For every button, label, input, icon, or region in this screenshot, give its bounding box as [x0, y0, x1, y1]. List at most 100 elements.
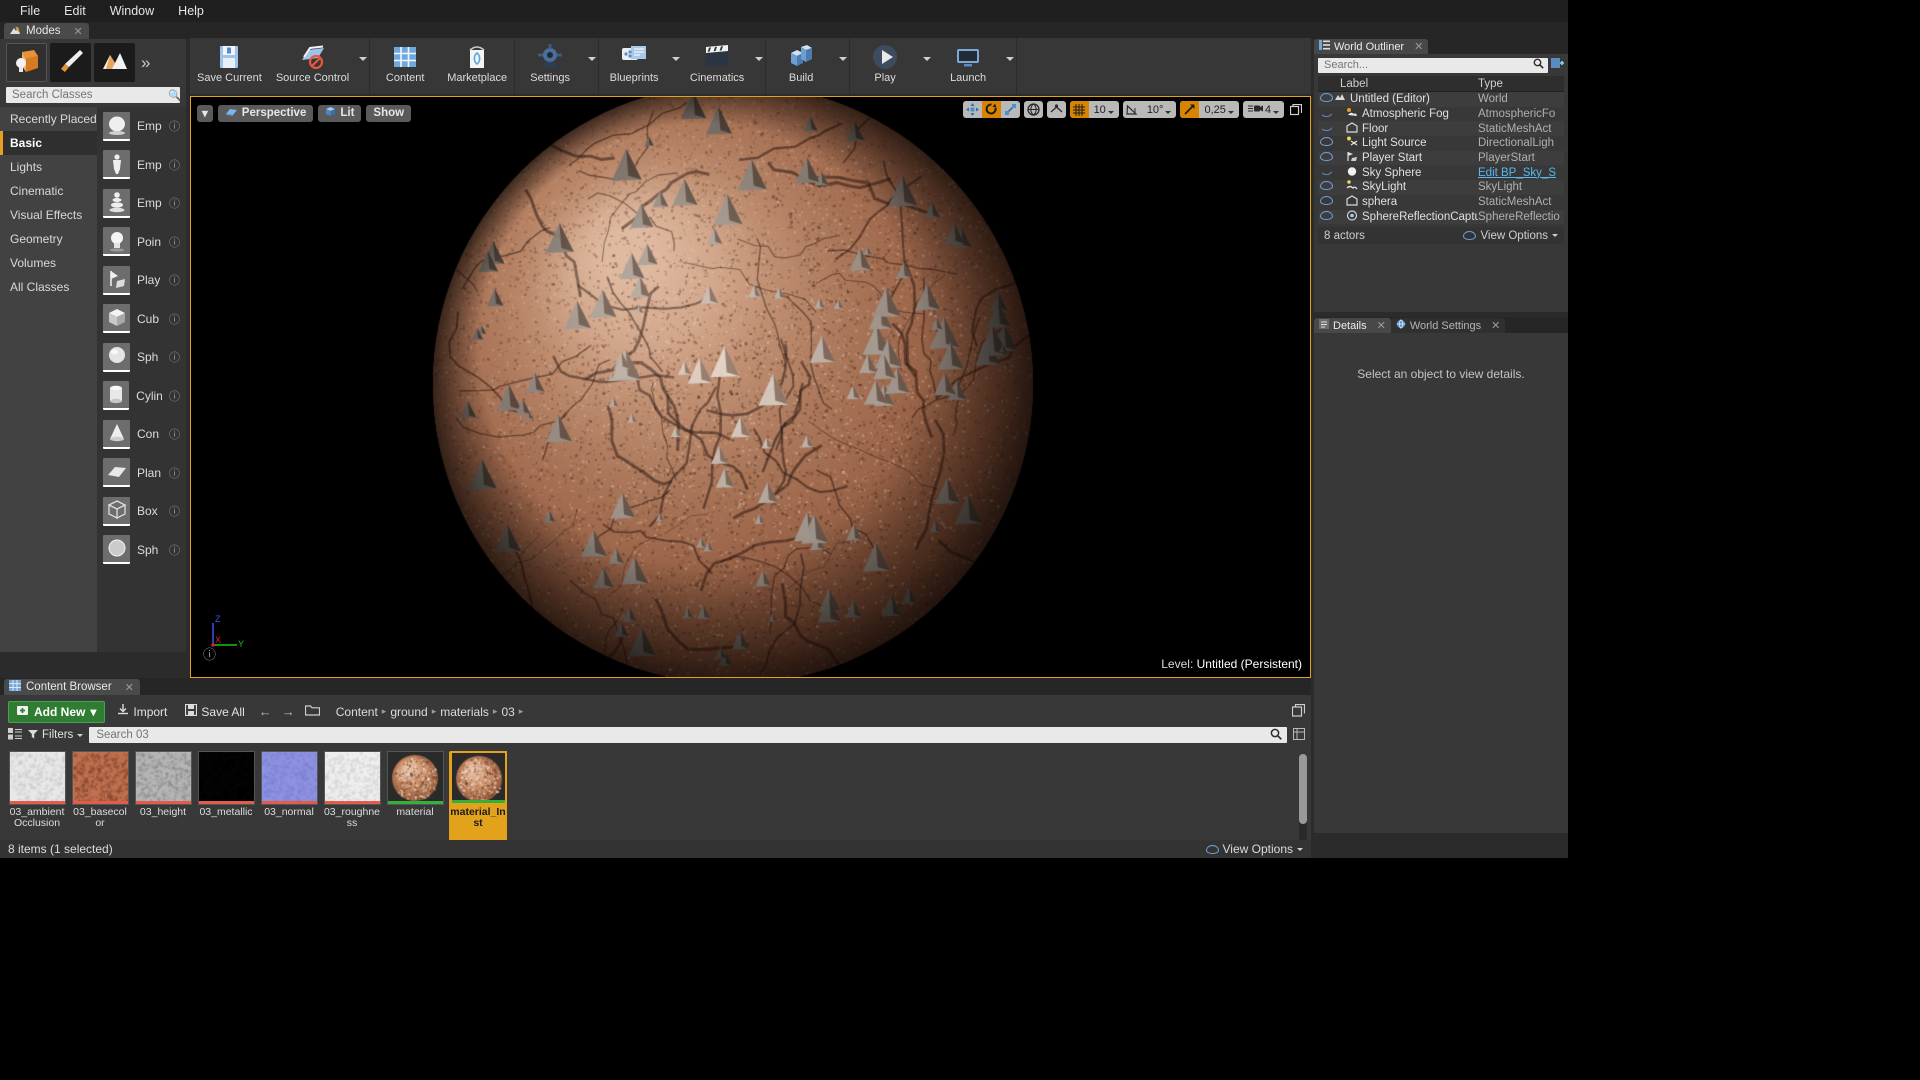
outliner-search-box[interactable]: [1318, 57, 1548, 73]
visibility-toggle[interactable]: [1318, 109, 1334, 120]
visibility-toggle[interactable]: [1318, 167, 1334, 178]
outliner-row[interactable]: Floor StaticMeshAct: [1318, 121, 1564, 137]
outliner-row[interactable]: sphera StaticMeshAct: [1318, 195, 1564, 210]
close-icon[interactable]: ✕: [1491, 319, 1500, 332]
close-icon[interactable]: ✕: [1377, 319, 1386, 332]
placement-item[interactable]: Cylin ⓘ: [97, 377, 186, 416]
help-icon[interactable]: ⓘ: [169, 503, 180, 519]
search-classes-box[interactable]: 🔍: [6, 87, 182, 103]
perspective-button[interactable]: Perspective: [217, 104, 314, 122]
eye-hidden-icon[interactable]: [1319, 111, 1333, 117]
toolbar-dropdown-caret[interactable]: [669, 38, 682, 94]
category-visual-effects[interactable]: Visual Effects: [0, 203, 97, 227]
toolbar-dropdown-caret[interactable]: [920, 38, 933, 94]
help-icon[interactable]: ⓘ: [169, 465, 180, 481]
surface-snap-toggle[interactable]: [1046, 101, 1066, 118]
asset-item[interactable]: 03_normal: [260, 751, 318, 850]
add-new-button[interactable]: Add New ▾: [8, 700, 106, 723]
rotation-snap-toggle[interactable]: [1123, 101, 1142, 118]
asset-item[interactable]: 03_ambientOcclusion: [8, 751, 66, 850]
toolbar-dropdown-caret[interactable]: [585, 38, 598, 94]
eye-icon[interactable]: [1319, 181, 1333, 191]
placement-item[interactable]: Cub ⓘ: [97, 300, 186, 339]
category-cinematic[interactable]: Cinematic: [0, 179, 97, 203]
visibility-toggle[interactable]: [1318, 181, 1334, 193]
outliner-row-type[interactable]: Edit BP_Sky_S: [1478, 167, 1564, 179]
toolbar-button-settings[interactable]: Settings: [515, 38, 585, 94]
toolbar-button-source-control[interactable]: Source Control: [269, 38, 356, 94]
search-icon[interactable]: 🔍: [168, 89, 182, 102]
category-lights[interactable]: Lights: [0, 155, 97, 179]
cb-view-options-button[interactable]: View Options: [1205, 842, 1303, 856]
tab-world-settings[interactable]: World Settings ✕: [1390, 318, 1506, 333]
maximize-viewport-icon[interactable]: [1288, 101, 1304, 118]
eye-hidden-icon[interactable]: [1319, 125, 1333, 132]
outliner-row[interactable]: Player Start PlayerStart: [1318, 150, 1564, 166]
menu-item-edit[interactable]: Edit: [52, 1, 98, 21]
close-icon[interactable]: ✕: [74, 25, 83, 38]
tab-modes[interactable]: Modes ✕: [4, 23, 89, 39]
breadcrumb-item[interactable]: materials: [440, 705, 489, 719]
scale-snap-toggle[interactable]: [1180, 101, 1200, 118]
placement-item[interactable]: Emp ⓘ: [97, 184, 186, 223]
placement-item[interactable]: Emp ⓘ: [97, 107, 186, 146]
search-classes-input[interactable]: [10, 88, 168, 102]
visibility-toggle[interactable]: [1318, 196, 1334, 208]
outliner-row[interactable]: SphereReflectionCaptureSphereReflectio: [1318, 209, 1564, 225]
view-mode-button[interactable]: Lit: [318, 104, 362, 122]
show-button[interactable]: Show: [366, 104, 412, 122]
toolbar-button-build[interactable]: Build: [766, 38, 836, 94]
place-mode-button[interactable]: [6, 43, 47, 82]
breadcrumb-item[interactable]: 03: [501, 705, 514, 719]
toolbar-dropdown-caret[interactable]: [752, 38, 765, 94]
toolbar-button-save-current[interactable]: Save Current: [190, 38, 269, 94]
forward-arrow-icon[interactable]: →: [280, 704, 297, 719]
visibility-toggle[interactable]: [1318, 123, 1334, 134]
asset-item[interactable]: material_Inst: [449, 751, 507, 850]
asset-item[interactable]: 03_height: [134, 751, 192, 850]
add-column-icon[interactable]: [1551, 57, 1564, 73]
visibility-toggle[interactable]: [1318, 93, 1334, 105]
outliner-row[interactable]: Untitled (Editor) World: [1318, 92, 1564, 107]
help-icon[interactable]: ⓘ: [169, 234, 180, 250]
placement-item[interactable]: Con ⓘ: [97, 415, 186, 454]
grid-snap-toggle[interactable]: [1069, 101, 1089, 118]
coordinate-system-toggle[interactable]: [1023, 101, 1043, 118]
breadcrumb-item[interactable]: Content: [336, 705, 378, 719]
close-icon[interactable]: ✕: [125, 681, 134, 694]
placement-item[interactable]: Play ⓘ: [97, 261, 186, 300]
toolbar-button-content[interactable]: Content: [370, 38, 440, 94]
close-icon[interactable]: ✕: [1414, 40, 1423, 53]
translate-tool[interactable]: [963, 101, 982, 118]
dock-icon[interactable]: [1291, 703, 1306, 720]
back-arrow-icon[interactable]: ←: [257, 704, 274, 719]
outliner-row[interactable]: Sky Sphere Edit BP_Sky_S: [1318, 165, 1564, 180]
outliner-row[interactable]: Light Source DirectionalLigh: [1318, 136, 1564, 151]
outliner-view-options-button[interactable]: View Options: [1463, 230, 1558, 242]
landscape-mode-button[interactable]: [94, 43, 135, 82]
help-icon[interactable]: ⓘ: [169, 118, 180, 134]
placement-item[interactable]: Poin ⓘ: [97, 223, 186, 262]
grid-snap-value-dropdown[interactable]: 10: [1089, 101, 1119, 118]
paint-mode-button[interactable]: [50, 43, 91, 82]
asset-item[interactable]: 03_metallic: [197, 751, 255, 850]
outliner-row[interactable]: SkyLight SkyLight: [1318, 180, 1564, 195]
help-icon[interactable]: ⓘ: [169, 542, 180, 558]
search-icon[interactable]: [1270, 728, 1282, 743]
eye-icon[interactable]: [1319, 196, 1333, 206]
toolbar-button-cinematics[interactable]: Cinematics: [682, 38, 752, 94]
content-search-input[interactable]: [94, 728, 1270, 742]
help-icon[interactable]: ⓘ: [169, 426, 180, 442]
import-button[interactable]: Import: [111, 702, 173, 722]
eye-icon[interactable]: [1319, 210, 1333, 220]
toolbar-button-launch[interactable]: Launch: [933, 38, 1003, 94]
category-basic[interactable]: Basic: [0, 131, 97, 155]
search-icon[interactable]: [1533, 58, 1544, 72]
help-icon[interactable]: ⓘ: [169, 349, 180, 365]
tab-world-outliner[interactable]: World Outliner ✕: [1314, 39, 1429, 54]
outliner-column-type[interactable]: Type: [1474, 78, 1564, 90]
outliner-search-input[interactable]: [1322, 58, 1533, 72]
content-search-box[interactable]: [89, 727, 1287, 743]
scale-snap-value-dropdown[interactable]: 0,25: [1199, 101, 1238, 118]
asset-item[interactable]: material: [386, 751, 444, 850]
